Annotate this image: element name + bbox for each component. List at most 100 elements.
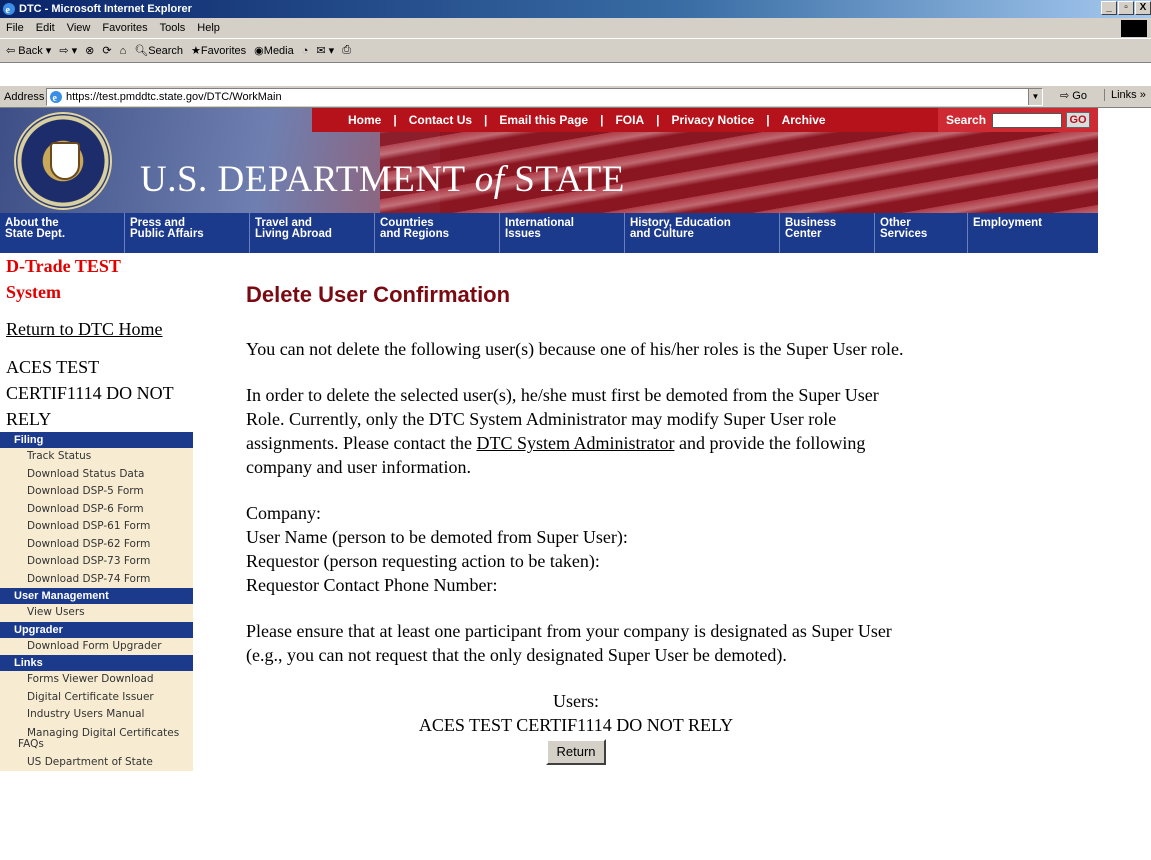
menu-help[interactable]: Help — [197, 22, 220, 34]
sidebar-item-download-form-upgrader[interactable]: Download Form Upgrader — [0, 638, 193, 656]
nav-press-public-affairs[interactable]: Press and Public Affairs — [125, 213, 250, 253]
media-button[interactable]: ◉ Media — [254, 44, 294, 58]
favorites-label: Favorites — [200, 44, 247, 57]
title-part-2: of — [474, 159, 505, 200]
back-button[interactable]: ⇦ Back ▾ — [6, 44, 52, 58]
address-label: Address — [4, 90, 45, 103]
links-label: Links — [1111, 89, 1137, 101]
sidebar-item-download-dsp-74[interactable]: Download DSP-74 Form — [0, 571, 193, 589]
page-icon: e — [50, 91, 62, 104]
go-arrow-icon: ⇨ — [1060, 90, 1073, 102]
menu-bar: File Edit View Favorites Tools Help — [0, 18, 1151, 39]
address-url: https://test.pmddtc.state.gov/DTC/WorkMa… — [66, 91, 282, 103]
maximize-button[interactable]: ▫ — [1118, 1, 1134, 15]
super-user-notice: Please ensure that at least one particip… — [246, 621, 892, 665]
sidebar-item-digital-certificate-issuer[interactable]: Digital Certificate Issuer — [0, 689, 193, 707]
nav-employment[interactable]: Employment — [968, 213, 1098, 253]
nav-about-state-dept[interactable]: About the State Dept. — [0, 213, 125, 253]
sidebar-item-us-department-of-state[interactable]: US Department of State — [0, 754, 193, 772]
title-part-3: STATE — [504, 159, 625, 200]
address-bar: Address e https://test.pmddtc.state.gov/… — [0, 86, 1151, 108]
windows-logo-icon — [1121, 20, 1147, 37]
chevron-down-icon: ▾ — [42, 45, 52, 57]
mail-icon: ✉ ▾ — [316, 45, 335, 57]
nav-countries-regions[interactable]: Countries and Regions — [375, 213, 500, 253]
links-button[interactable]: Links » — [1104, 89, 1146, 101]
svg-text:e: e — [6, 5, 11, 16]
print-icon: ⎙ — [342, 44, 352, 56]
field-requestor: Requestor (person requesting action to b… — [246, 551, 600, 571]
menu-view[interactable]: View — [67, 22, 91, 34]
menu-favorites[interactable]: Favorites — [102, 22, 147, 34]
site-search: Search GO — [938, 108, 1098, 132]
field-company: Company: — [246, 503, 321, 523]
nav-other-services[interactable]: Other Services — [875, 213, 968, 253]
search-button[interactable]: 🔍︎ Search — [134, 44, 183, 58]
window-titlebar: e DTC - Microsoft Internet Explorer _ ▫ … — [0, 0, 1151, 18]
sidebar-item-download-status-data[interactable]: Download Status Data — [0, 466, 193, 484]
menu-tools[interactable]: Tools — [160, 22, 186, 34]
nav-travel-living-abroad[interactable]: Travel and Living Abroad — [250, 213, 375, 253]
home-icon: ⌂ — [119, 44, 127, 57]
menu-edit[interactable]: Edit — [36, 22, 55, 34]
sidebar-item-track-status[interactable]: Track Status — [0, 448, 193, 466]
sidebar-menu: Filing Track Status Download Status Data… — [0, 432, 193, 771]
internet-explorer-icon: e — [3, 3, 15, 16]
address-input[interactable]: e https://test.pmddtc.state.gov/DTC/Work… — [46, 88, 1043, 106]
required-info-list: Company: User Name (person to be demoted… — [246, 501, 906, 597]
sidebar-item-managing-digital-certificates-faqs[interactable]: Managing Digital Certificates FAQs — [0, 724, 180, 754]
close-button[interactable]: X — [1135, 1, 1151, 15]
home-button[interactable]: ⌂ — [120, 45, 127, 57]
media-icon: ◉ — [254, 45, 264, 57]
sidebar: D-Trade TEST System Return to DTC Home A… — [0, 253, 193, 771]
return-to-dtc-home-link[interactable]: Return to DTC Home — [0, 319, 193, 340]
history-button[interactable]: ◔ — [302, 45, 309, 57]
return-button[interactable]: Return — [546, 739, 606, 765]
nav-email-page[interactable]: Email this Page — [487, 113, 600, 127]
go-label: Go — [1072, 89, 1087, 102]
minimize-button[interactable]: _ — [1101, 1, 1117, 15]
site-search-go-button[interactable]: GO — [1066, 112, 1091, 128]
stop-icon: ⊗ — [85, 45, 95, 57]
favorites-button[interactable]: ★ Favorites — [191, 44, 247, 58]
current-user-name: ACES TEST CERTIF1114 DO NOT RELY — [6, 357, 174, 429]
sidebar-item-download-dsp-5[interactable]: Download DSP-5 Form — [0, 483, 193, 501]
forward-button[interactable]: ⇨ ▾ — [59, 44, 77, 57]
nav-privacy-notice[interactable]: Privacy Notice — [660, 113, 767, 127]
sidebar-item-download-dsp-62[interactable]: Download DSP-62 Form — [0, 536, 193, 554]
sidebar-item-view-users[interactable]: View Users — [0, 604, 193, 622]
nav-business-center[interactable]: Business Center — [780, 213, 875, 253]
favorites-icon: ★ — [191, 45, 201, 57]
site-search-input[interactable] — [992, 112, 1063, 128]
field-requestor-phone: Requestor Contact Phone Number: — [246, 575, 498, 595]
stop-button[interactable]: ⊗ — [85, 44, 94, 57]
nav-foia[interactable]: FOIA — [603, 113, 656, 127]
menu-file[interactable]: File — [6, 22, 24, 34]
state-dept-banner: U.S. DEPARTMENT of STATE Home | Contact U… — [0, 108, 1098, 213]
sidebar-item-industry-users-manual[interactable]: Industry Users Manual — [0, 706, 193, 724]
print-button[interactable]: ⎙ — [342, 44, 351, 57]
main-content: Delete User Confirmation You can not del… — [246, 253, 906, 765]
nav-international-issues[interactable]: International Issues — [500, 213, 625, 253]
sidebar-item-download-dsp-61[interactable]: Download DSP-61 Form — [0, 518, 193, 536]
sidebar-item-forms-viewer-download[interactable]: Forms Viewer Download — [0, 671, 193, 689]
nav-archive[interactable]: Archive — [770, 113, 838, 127]
address-dropdown-button[interactable]: ▼ — [1028, 89, 1042, 105]
system-title: D-Trade TEST System — [6, 256, 121, 302]
nav-home[interactable]: Home — [312, 113, 393, 127]
mail-button[interactable]: ✉ ▾ — [316, 44, 334, 57]
dtc-system-administrator-link[interactable]: DTC System Administrator — [476, 433, 674, 453]
users-block: Users: ACES TEST CERTIF1114 DO NOT RELY … — [246, 689, 906, 765]
sidebar-item-download-dsp-6[interactable]: Download DSP-6 Form — [0, 501, 193, 519]
nav-history-education-culture[interactable]: History, Education and Culture — [625, 213, 780, 253]
page-title: Delete User Confirmation — [246, 282, 511, 307]
field-user-name: User Name (person to be demoted from Sup… — [246, 527, 628, 547]
users-label: Users: — [553, 691, 599, 711]
sidebar-item-download-dsp-73[interactable]: Download DSP-73 Form — [0, 553, 193, 571]
go-button[interactable]: ⇨ Go — [1060, 89, 1087, 103]
back-arrow-icon: ⇦ — [6, 45, 19, 57]
refresh-button[interactable]: ⟳ — [102, 44, 111, 57]
search-label: Search — [946, 113, 987, 127]
back-label: Back — [18, 44, 43, 57]
nav-contact-us[interactable]: Contact Us — [397, 113, 484, 127]
